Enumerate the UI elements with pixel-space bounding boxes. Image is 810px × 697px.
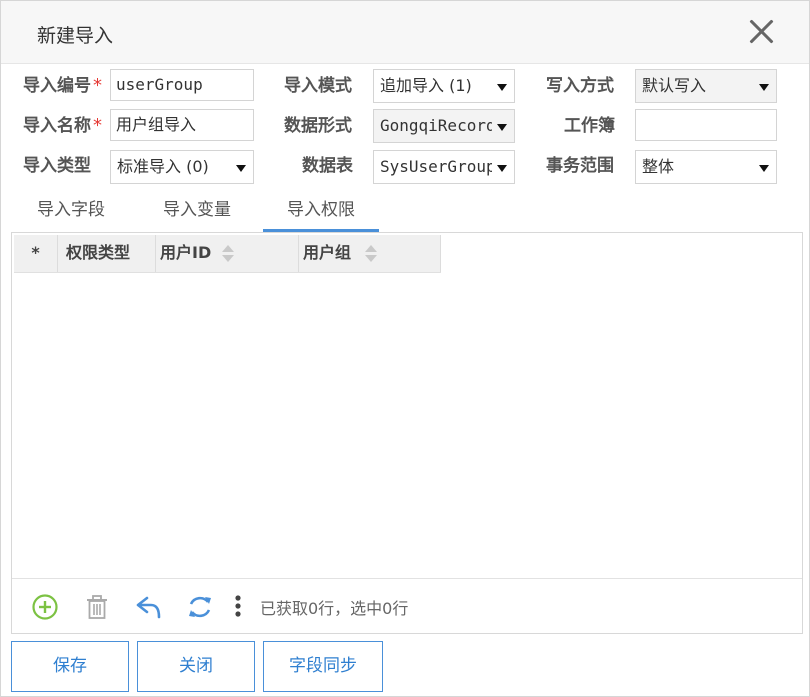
import-code-label: 导入编号 * — [23, 75, 102, 96]
sort-icon[interactable] — [222, 245, 234, 263]
data-table-select[interactable]: SysUserGroup — [373, 150, 515, 184]
close-button[interactable]: 关闭 — [137, 641, 255, 692]
more-icon[interactable] — [232, 593, 244, 621]
chevron-down-icon — [497, 84, 507, 91]
permissions-grid: * 权限类型 用户ID 用户组 已获取0行，选中0行 — [11, 232, 803, 634]
data-form-select[interactable]: GongqiRecord — [373, 109, 515, 143]
refresh-icon[interactable] — [186, 593, 214, 621]
dialog-header: 新建导入 — [1, 1, 809, 64]
import-name-label: 导入名称 * — [23, 115, 102, 136]
tab-import-permissions[interactable]: 导入权限 — [263, 195, 379, 232]
import-type-label: 导入类型 — [23, 156, 91, 176]
import-type-select[interactable]: 标准导入 (0) — [110, 150, 254, 184]
import-mode-select[interactable]: 追加导入 (1) — [373, 69, 515, 103]
workbook-input[interactable] — [635, 109, 777, 141]
add-icon[interactable] — [31, 593, 59, 621]
close-icon[interactable] — [747, 17, 775, 45]
chevron-down-icon — [497, 165, 507, 172]
tab-import-fields[interactable]: 导入字段 — [25, 195, 117, 229]
data-table-label: 数据表 — [302, 156, 353, 176]
data-form-label: 数据形式 — [284, 116, 352, 136]
grid-status-text: 已获取0行，选中0行 — [260, 599, 409, 618]
tab-import-variables[interactable]: 导入变量 — [151, 195, 243, 229]
import-mode-label: 导入模式 — [284, 76, 352, 96]
workbook-label: 工作簿 — [564, 116, 615, 136]
chevron-down-icon — [759, 84, 769, 91]
transaction-scope-label: 事务范围 — [546, 156, 614, 176]
transaction-scope-select[interactable]: 整体 — [635, 150, 777, 184]
undo-icon[interactable] — [135, 593, 163, 621]
sort-icon[interactable] — [365, 245, 377, 263]
grid-header: * 权限类型 用户ID 用户组 — [14, 235, 441, 273]
required-mark: * — [93, 115, 102, 136]
dialog-title: 新建导入 — [37, 25, 114, 47]
write-method-label: 写入方式 — [546, 76, 614, 96]
new-import-dialog: 新建导入 导入编号 * userGroup 导入模式 追加导入 (1) 写入方式 … — [0, 0, 810, 697]
column-header-user-group[interactable]: 用户组 — [299, 235, 441, 272]
chevron-down-icon — [497, 124, 507, 131]
delete-icon[interactable] — [83, 593, 111, 621]
column-header-permission-type[interactable]: 权限类型 — [58, 235, 156, 272]
column-header-user-id[interactable]: 用户ID — [156, 235, 299, 272]
chevron-down-icon — [759, 165, 769, 172]
field-sync-button[interactable]: 字段同步 — [263, 641, 383, 692]
save-button[interactable]: 保存 — [11, 641, 129, 692]
import-code-input[interactable]: userGroup — [110, 69, 254, 101]
grid-toolbar: 已获取0行，选中0行 — [12, 578, 802, 633]
import-name-input[interactable]: 用户组导入 — [110, 109, 254, 141]
column-header-select: * — [14, 235, 58, 272]
required-mark: * — [93, 75, 102, 96]
chevron-down-icon — [236, 165, 246, 172]
write-method-select[interactable]: 默认写入 — [635, 69, 777, 103]
